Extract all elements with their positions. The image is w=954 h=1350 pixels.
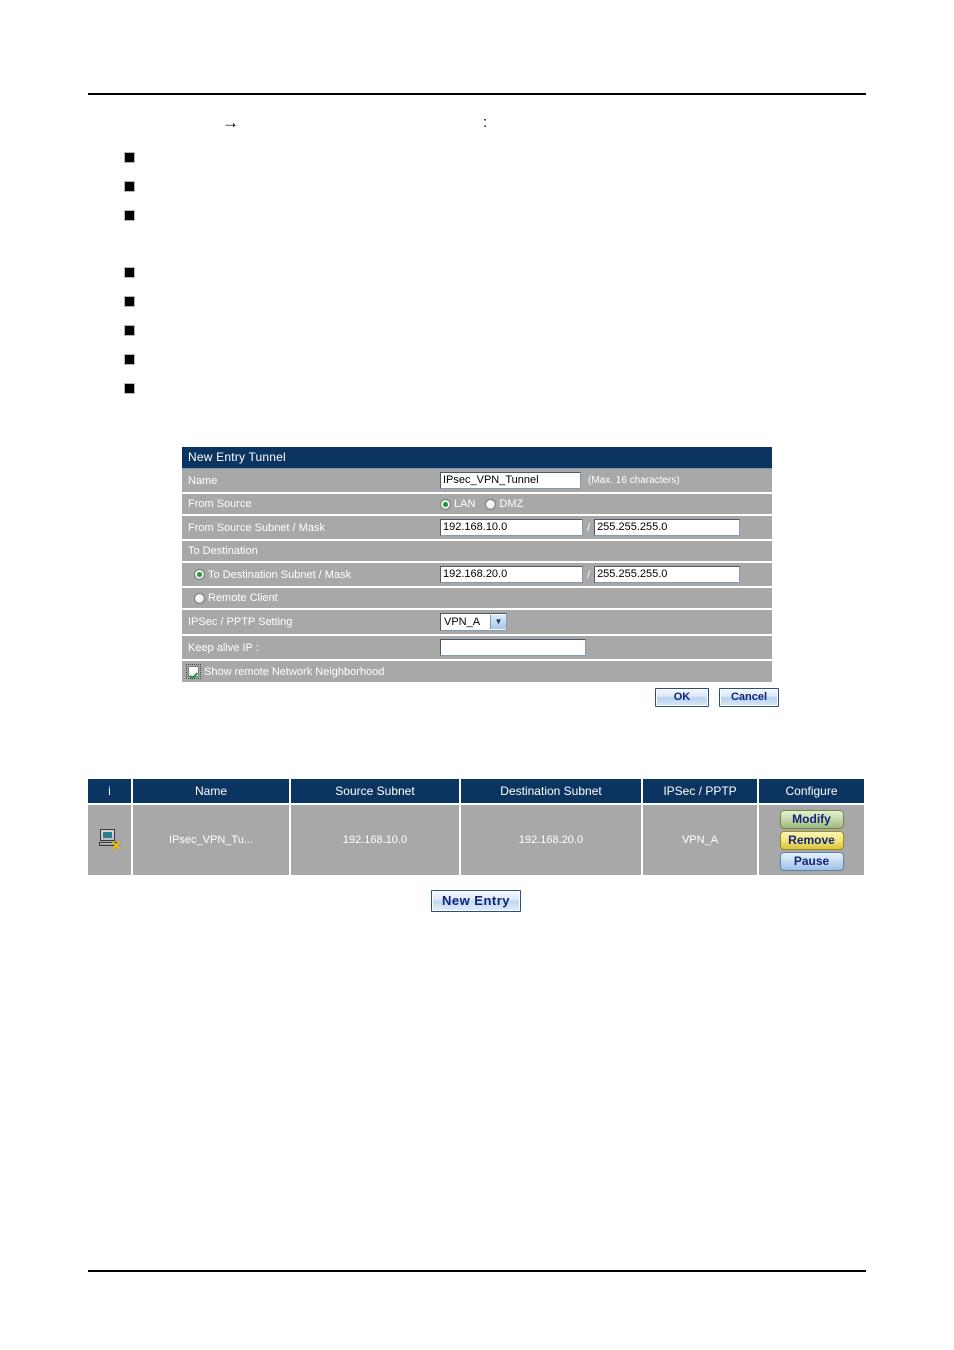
ipsec-pptp-select[interactable]: VPN_A ▼ <box>440 613 507 631</box>
page-header-rule <box>88 93 866 95</box>
radio-remote-client-label: Remote Client <box>208 592 278 604</box>
table-row: ✕ IPsec_VPN_Tu... 192.168.10.0 192.168.2… <box>88 804 864 877</box>
cell-configure: Modify Remove Pause <box>758 804 864 877</box>
bullet-marker-4 <box>125 268 134 277</box>
pause-button[interactable]: Pause <box>779 851 844 871</box>
from-source-separator: / <box>587 521 591 534</box>
from-source-subnet-input[interactable] <box>440 519 583 536</box>
arrow-right-icon: → <box>222 113 239 132</box>
row-from-source-subnet: From Source Subnet / Mask / <box>182 516 772 541</box>
label-remote-client-wrap: Remote Client <box>182 589 288 607</box>
checkbox-show-remote-network-neighborhood[interactable] <box>188 666 199 677</box>
checkbox-focus-ring <box>186 664 201 679</box>
keep-alive-ip-input[interactable] <box>440 639 586 656</box>
label-show-remote-network-neighborhood: Show remote Network Neighborhood <box>204 665 385 678</box>
cell-name: IPsec_VPN_Tu... <box>132 804 291 877</box>
configure-button-stack: Modify Remove Pause <box>760 809 863 871</box>
label-from-source-subnet: From Source Subnet / Mask <box>188 521 325 534</box>
cell-status: ✕ <box>88 804 133 877</box>
ipsec-pptp-select-value: VPN_A <box>444 616 481 628</box>
row-to-destination: To Destination <box>182 541 772 563</box>
row-remote-client: Remote Client <box>182 588 772 610</box>
table-header-row: i Name Source Subnet Destination Subnet … <box>88 779 864 805</box>
col-header-configure: Configure <box>758 779 864 805</box>
bullet-marker-6 <box>125 326 134 335</box>
radio-lan-label: LAN <box>454 498 476 510</box>
row-from-source: From Source LAN DMZ <box>182 494 772 516</box>
cell-destination-subnet: 192.168.20.0 <box>460 804 643 877</box>
new-entry-button[interactable]: New Entry <box>430 890 522 912</box>
ok-button[interactable]: OK <box>655 688 709 707</box>
col-header-ipsec-pptp: IPSec / PPTP <box>642 779 759 805</box>
col-header-destination-subnet: Destination Subnet <box>460 779 643 805</box>
cancel-button[interactable]: Cancel <box>719 688 779 707</box>
tunnel-list: i Name Source Subnet Destination Subnet … <box>88 779 864 877</box>
new-entry-tunnel-dialog: New Entry Tunnel Name (Max. 16 character… <box>182 447 772 682</box>
to-destination-subnet-input[interactable] <box>440 566 583 583</box>
row-name: Name (Max. 16 characters) <box>182 469 772 494</box>
label-to-destination-subnet: To Destination Subnet / Mask <box>182 566 440 584</box>
computer-disconnected-icon: ✕ <box>98 828 122 852</box>
row-keep-alive-ip: Keep alive IP : <box>182 636 772 661</box>
dialog-button-bar: OK Cancel <box>655 688 779 707</box>
modify-button[interactable]: Modify <box>779 809 844 829</box>
to-destination-separator: / <box>587 568 591 581</box>
colon-glyph: : <box>483 114 488 131</box>
bullet-marker-8 <box>125 384 134 393</box>
from-source-mask-input[interactable] <box>594 519 741 536</box>
bullet-marker-1 <box>125 153 134 162</box>
remove-button[interactable]: Remove <box>779 830 844 850</box>
row-show-remote-network-neighborhood: Show remote Network Neighborhood <box>182 661 772 682</box>
col-header-info: i <box>88 779 133 805</box>
label-name: Name <box>188 474 218 487</box>
radio-dmz[interactable] <box>485 498 497 510</box>
label-to-destination: To Destination <box>188 545 258 557</box>
dialog-title: New Entry Tunnel <box>182 447 772 469</box>
radio-to-destination-subnet-label: To Destination Subnet / Mask <box>208 568 352 581</box>
label-ipsec-pptp-setting: IPSec / PPTP Setting <box>188 616 293 628</box>
cell-ipsec-pptp: VPN_A <box>642 804 759 877</box>
bullet-marker-5 <box>125 297 134 306</box>
row-to-destination-subnet: To Destination Subnet / Mask / <box>182 563 772 588</box>
name-hint: (Max. 16 characters) <box>588 475 680 486</box>
show-remote-wrap: Show remote Network Neighborhood <box>182 661 394 682</box>
label-keep-alive-ip: Keep alive IP : <box>188 641 259 654</box>
chevron-down-icon: ▼ <box>490 615 506 629</box>
to-destination-mask-input[interactable] <box>594 566 741 583</box>
tunnel-table: i Name Source Subnet Destination Subnet … <box>88 779 864 877</box>
radio-remote-client[interactable] <box>194 592 205 604</box>
bullet-marker-7 <box>125 355 134 364</box>
radio-lan[interactable] <box>440 498 451 510</box>
col-header-source-subnet: Source Subnet <box>290 779 461 805</box>
label-from-source: From Source <box>188 498 252 510</box>
radio-to-destination-subnet[interactable] <box>194 569 205 580</box>
cell-source-subnet: 192.168.10.0 <box>290 804 461 877</box>
name-input[interactable] <box>440 472 581 489</box>
row-ipsec-pptp-setting: IPSec / PPTP Setting VPN_A ▼ <box>182 610 772 636</box>
new-entry-bar: New Entry <box>88 880 864 922</box>
page-footer-rule <box>88 1270 866 1272</box>
col-header-name: Name <box>132 779 291 805</box>
radio-dmz-label: DMZ <box>499 498 524 510</box>
bullet-marker-2 <box>125 182 134 191</box>
bullet-marker-3 <box>125 211 134 220</box>
